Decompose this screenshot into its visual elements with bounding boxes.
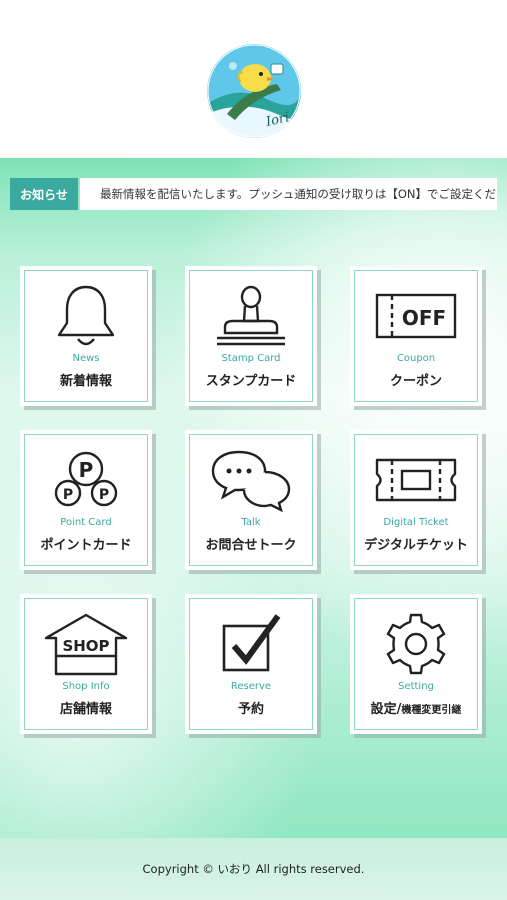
tile-jp-label: デジタルチケット — [364, 538, 468, 553]
menu-tile-point-card[interactable]: P P P Point Card ポイントカード — [20, 430, 152, 570]
shop-icon: SHOP — [20, 610, 152, 678]
tile-en-label: Reserve — [230, 681, 272, 692]
menu-tile-coupon[interactable]: OFF Coupon クーポン — [350, 266, 482, 406]
tile-jp-label: ポイントカード — [40, 538, 132, 553]
tile-jp-small: 機種変更引継 — [401, 705, 462, 716]
tile-en-label: Coupon — [396, 353, 436, 364]
tile-jp-label: クーポン — [389, 374, 442, 389]
copyright-text: Copyright © いおり All rights reserved. — [142, 862, 365, 876]
tile-jp-label: 予約 — [237, 702, 264, 717]
bell-icon — [20, 282, 152, 350]
main-area: お知らせ 最新情報を配信いたします。プッシュ通知の受け取りは【ON】でご設定くだ… — [0, 158, 507, 838]
ticket-icon — [350, 446, 482, 514]
menu-tile-setting[interactable]: Setting 設定/機種変更引継 — [350, 594, 482, 734]
tile-jp-main: 設定/ — [370, 702, 402, 717]
tile-jp-label: 店舗情報 — [59, 702, 112, 717]
chat-bubbles-icon — [185, 446, 317, 514]
coupon-off-text: OFF — [402, 306, 446, 330]
point-coin-letter: P — [99, 487, 109, 503]
menu-tile-shop-info[interactable]: SHOP Shop Info 店舗情報 — [20, 594, 152, 734]
menu-tile-digital-ticket[interactable]: Digital Ticket デジタルチケット — [350, 430, 482, 570]
tile-en-label: Talk — [241, 517, 261, 528]
footer: Copyright © いおり All rights reserved. — [0, 838, 507, 900]
tile-jp-label: 設定/機種変更引継 — [350, 698, 482, 717]
tile-jp-label: 新着情報 — [59, 374, 112, 389]
chick-logo-icon[interactable]: Iori — [207, 44, 301, 138]
news-ticker[interactable]: 最新情報を配信いたします。プッシュ通知の受け取りは【ON】でご設定ください。 — [80, 178, 497, 210]
point-coin-letter: P — [79, 458, 94, 482]
news-bar[interactable]: お知らせ 最新情報を配信いたします。プッシュ通知の受け取りは【ON】でご設定くだ… — [10, 178, 497, 210]
news-label: お知らせ — [10, 178, 78, 210]
stamp-icon — [185, 282, 317, 350]
tile-jp-label: お問合せトーク — [205, 538, 297, 553]
menu-tile-talk[interactable]: Talk お問合せトーク — [185, 430, 317, 570]
news-text: 最新情報を配信いたします。プッシュ通知の受け取りは【ON】でご設定ください。 — [100, 187, 497, 201]
checkbox-icon — [185, 610, 317, 678]
tile-jp-label: スタンプカード — [205, 374, 297, 389]
menu-grid: News 新着情報 Stamp Card スタンプカード OFF Coupon … — [20, 266, 490, 746]
menu-tile-stamp-card[interactable]: Stamp Card スタンプカード — [185, 266, 317, 406]
tile-en-label: News — [72, 353, 100, 364]
coupon-off-icon: OFF — [350, 282, 482, 350]
gear-icon — [350, 610, 482, 678]
point-coins-icon: P P P — [20, 446, 152, 514]
tile-en-label: Setting — [398, 681, 434, 692]
tile-en-label: Stamp Card — [221, 353, 281, 364]
menu-tile-reserve[interactable]: Reserve 予約 — [185, 594, 317, 734]
point-coin-letter: P — [63, 487, 73, 503]
menu-tile-news[interactable]: News 新着情報 — [20, 266, 152, 406]
tile-en-label: Point Card — [60, 517, 112, 528]
tile-en-label: Shop Info — [62, 681, 110, 692]
header: Iori — [0, 0, 507, 158]
tile-en-label: Digital Ticket — [383, 517, 449, 528]
shop-sign-text: SHOP — [62, 637, 109, 655]
